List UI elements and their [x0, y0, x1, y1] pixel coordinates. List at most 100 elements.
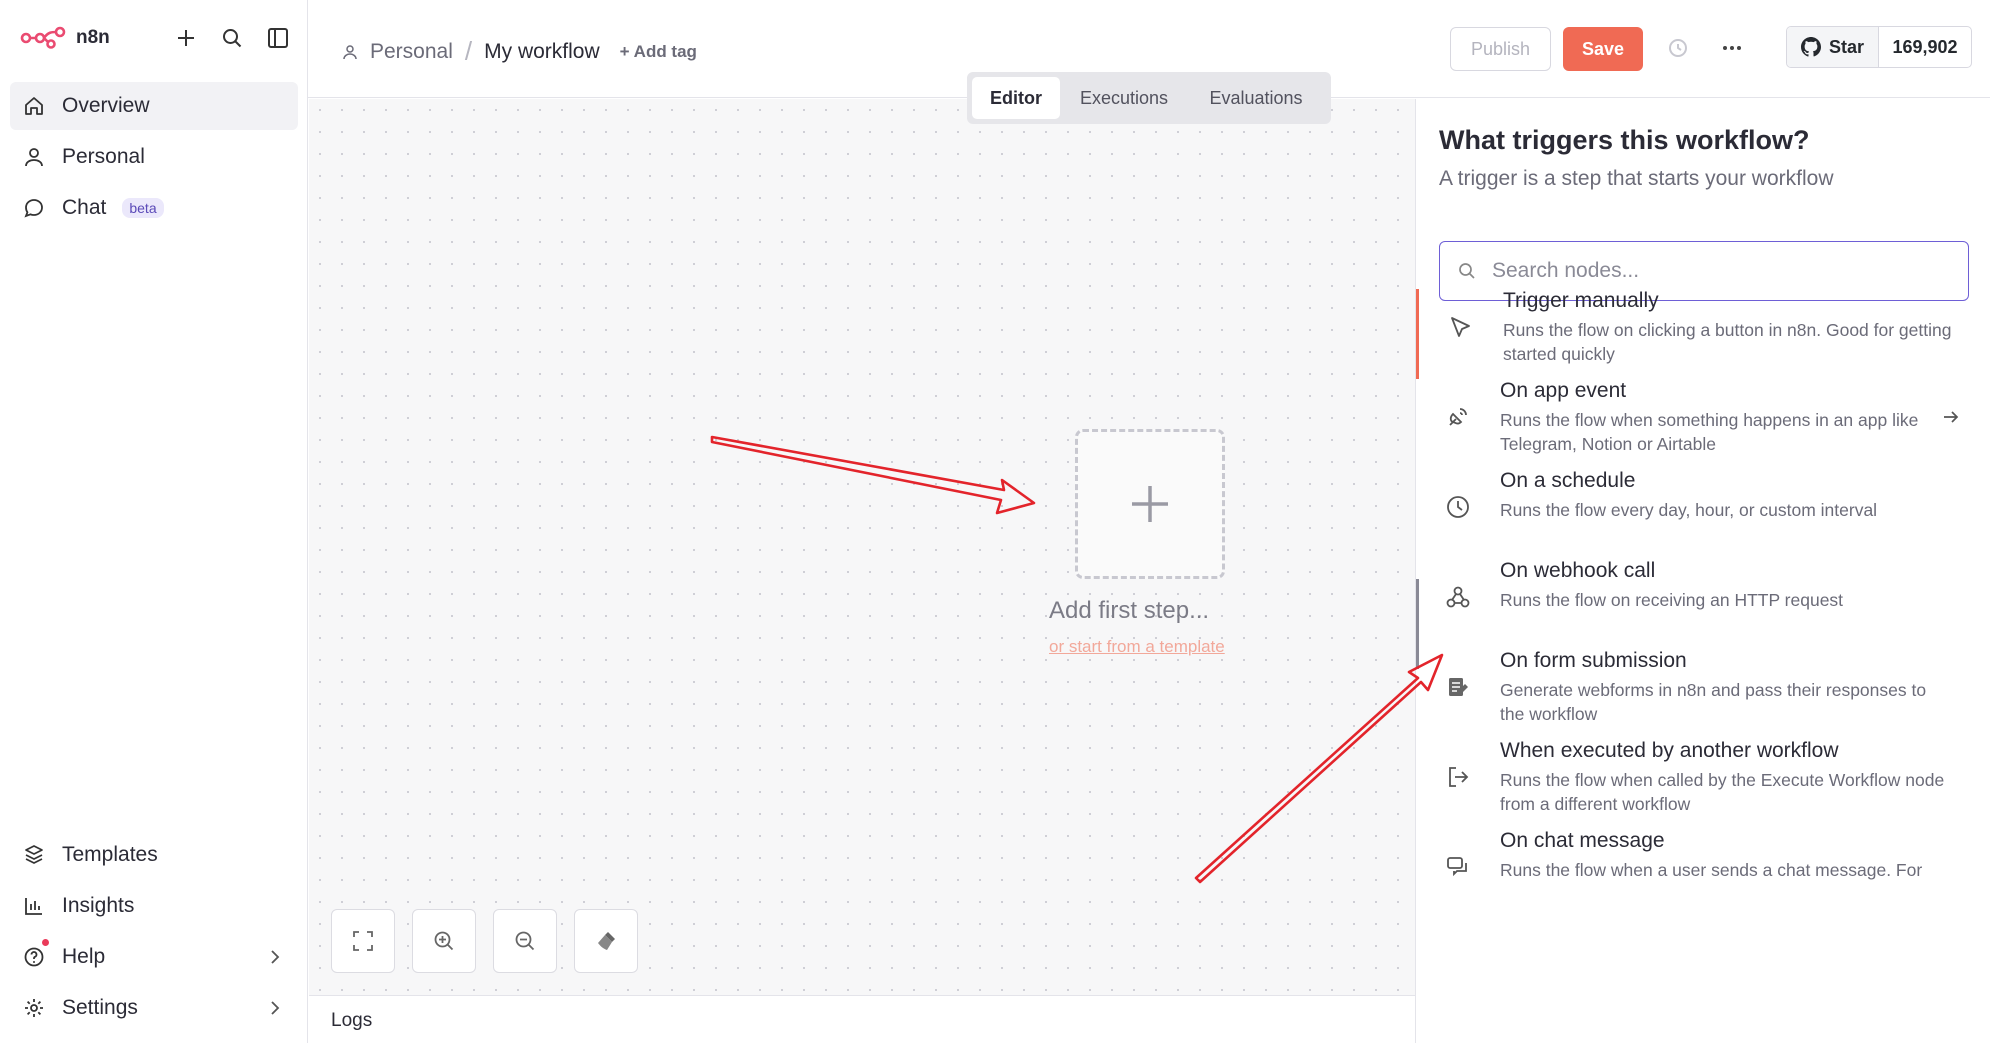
add-first-step-button[interactable]: [1075, 429, 1225, 579]
github-star-count: 169,902: [1892, 36, 1958, 57]
search-input[interactable]: [1492, 259, 1952, 283]
tab-executions[interactable]: Executions: [1064, 77, 1184, 119]
trigger-description: Runs the flow on receiving an HTTP reque…: [1500, 590, 1844, 610]
sidebar-item-label: Insights: [62, 894, 135, 917]
trigger-item-webhook[interactable]: On webhook call Runs the flow on receivi…: [1416, 559, 1990, 629]
clock-icon: [1442, 491, 1474, 523]
chevron-right-icon: [271, 950, 280, 964]
insights-icon: [22, 894, 46, 918]
save-button[interactable]: Save: [1563, 27, 1643, 71]
sidebar-item-insights[interactable]: Insights: [10, 882, 298, 930]
new-button[interactable]: [170, 22, 202, 54]
chat-message-icon: [1442, 851, 1474, 883]
more-options-icon[interactable]: [1720, 36, 1744, 60]
trigger-item-form[interactable]: On form submission Generate webforms in …: [1416, 649, 1990, 739]
trigger-name: When executed by another workflow: [1500, 739, 1839, 762]
trigger-item-manual[interactable]: Trigger manually Runs the flow on clicki…: [1416, 289, 1990, 379]
trigger-panel: What triggers this workflow? A trigger i…: [1415, 99, 1990, 1043]
trigger-item-app-event[interactable]: On app event Runs the flow when somethin…: [1416, 379, 1990, 469]
zoom-out-icon: [515, 931, 535, 951]
sidebar-item-chat[interactable]: Chat beta: [10, 184, 298, 232]
tidy-up-button[interactable]: [574, 909, 638, 973]
fit-view-button[interactable]: [331, 909, 395, 973]
brand-name: n8n: [76, 27, 110, 48]
trigger-description: Runs the flow when something happens in …: [1500, 410, 1919, 454]
broom-icon: [598, 932, 615, 950]
logs-label: Logs: [331, 1010, 373, 1031]
breadcrumb-separator: /: [464, 36, 473, 66]
sidebar-item-personal[interactable]: Personal: [10, 133, 298, 181]
form-icon: [1442, 671, 1474, 703]
sidebar-item-templates[interactable]: Templates: [10, 831, 298, 879]
trigger-name: Trigger manually: [1503, 289, 1659, 312]
trigger-name: On a schedule: [1500, 469, 1636, 492]
trigger-name: On form submission: [1500, 649, 1687, 672]
search-icon: [1459, 263, 1475, 279]
search-icon: [223, 29, 242, 48]
zoom-out-button[interactable]: [493, 909, 557, 973]
zoom-in-icon: [434, 931, 454, 951]
sidebar-item-overview[interactable]: Overview: [10, 82, 298, 130]
trigger-name: On chat message: [1500, 829, 1665, 852]
github-star-button[interactable]: Star: [1787, 27, 1879, 67]
tab-editor[interactable]: Editor: [972, 77, 1060, 119]
beta-badge: beta: [122, 198, 164, 218]
publish-button[interactable]: Publish: [1450, 27, 1551, 71]
cursor-icon: [1445, 311, 1477, 343]
user-icon: [22, 145, 46, 169]
trigger-description: Runs the flow every day, hour, or custom…: [1500, 500, 1878, 520]
logs-panel[interactable]: Logs: [309, 995, 1415, 1043]
sidebar-item-label: Overview: [62, 94, 150, 117]
sidebar-item-settings[interactable]: Settings: [10, 984, 298, 1032]
satellite-icon: [1442, 401, 1474, 433]
home-icon: [22, 94, 46, 118]
history-icon[interactable]: [1666, 36, 1690, 60]
trigger-item-schedule[interactable]: On a schedule Runs the flow every day, h…: [1416, 469, 1990, 539]
trigger-item-subworkflow[interactable]: When executed by another workflow Runs t…: [1416, 739, 1990, 829]
trigger-name: On app event: [1500, 379, 1627, 402]
workflow-name[interactable]: My workflow: [484, 40, 600, 64]
trigger-name: On webhook call: [1500, 559, 1656, 582]
n8n-logo[interactable]: n8n: [20, 24, 110, 52]
panel-title: What triggers this workflow?: [1439, 125, 1810, 155]
sidebar-item-label: Personal: [62, 145, 145, 168]
fit-view-icon: [353, 931, 373, 951]
sidebar-item-label: Chat: [62, 196, 107, 219]
notification-dot: [42, 939, 49, 946]
github-star-widget[interactable]: Star 169,902: [1786, 26, 1972, 68]
search-button[interactable]: [216, 22, 248, 54]
sidebar-item-label: Templates: [62, 843, 158, 866]
view-tabs: Editor Executions Evaluations: [967, 72, 1331, 124]
sidebar-item-label: Help: [62, 945, 106, 968]
trigger-description: Generate webforms in n8n and pass their …: [1500, 680, 1927, 724]
help-icon: [22, 945, 46, 969]
collapse-sidebar-button[interactable]: [262, 22, 294, 54]
github-star-label: Star: [1828, 36, 1864, 57]
trigger-description: Runs the flow when called by the Execute…: [1500, 770, 1945, 814]
chevron-right-icon: [271, 1001, 280, 1015]
sign-out-icon: [1442, 761, 1474, 793]
sidebar-item-label: Settings: [62, 996, 138, 1019]
tab-evaluations[interactable]: Evaluations: [1188, 77, 1324, 119]
templates-icon: [22, 843, 46, 867]
panel-icon: [268, 28, 288, 48]
chat-icon: [22, 196, 46, 220]
panel-subtitle: A trigger is a step that starts your wor…: [1439, 167, 1834, 190]
workflow-canvas[interactable]: Add first step... or start from a templa…: [309, 99, 1415, 995]
sidebar-item-help[interactable]: Help: [10, 933, 298, 981]
user-icon: [343, 44, 357, 59]
sidebar: n8n Overview Personal Chat beta Template…: [0, 0, 308, 1043]
github-icon: [1800, 37, 1821, 57]
trigger-description: Runs the flow on clicking a button in n8…: [1503, 320, 1952, 364]
n8n-logo-icon: [20, 26, 66, 49]
breadcrumb-project[interactable]: Personal: [370, 40, 453, 64]
settings-icon: [22, 996, 46, 1020]
add-first-step-label: Add first step...: [1049, 597, 1210, 624]
add-tag-button[interactable]: + Add tag: [620, 42, 697, 62]
breadcrumb: Personal / My workflow + Add tag: [342, 36, 697, 67]
plus-icon: [1132, 486, 1168, 522]
trigger-item-chat[interactable]: On chat message Runs the flow when a use…: [1416, 829, 1990, 919]
start-from-template-link[interactable]: or start from a template: [1049, 637, 1225, 657]
webhook-icon: [1442, 581, 1474, 613]
zoom-in-button[interactable]: [412, 909, 476, 973]
